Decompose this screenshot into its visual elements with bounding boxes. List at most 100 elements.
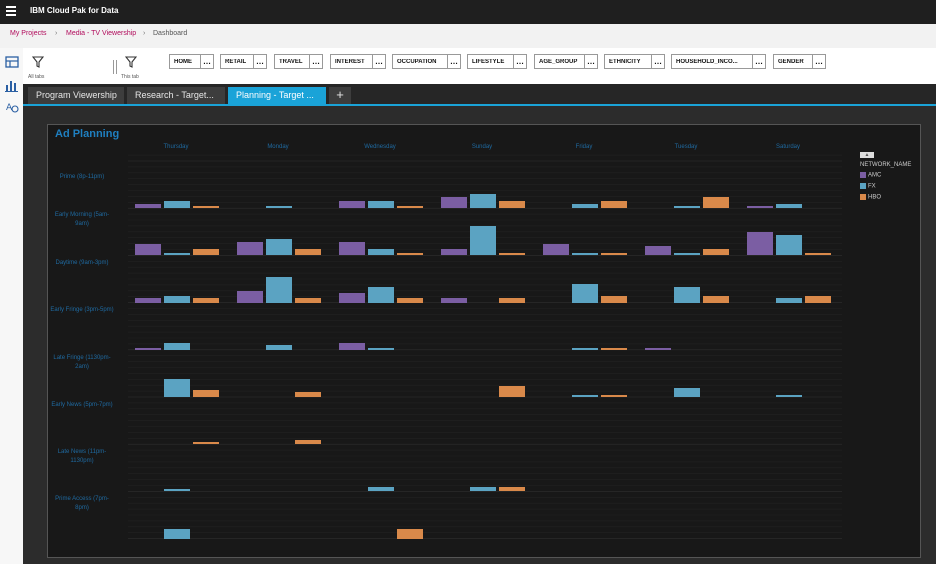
bar-fx[interactable]: [776, 298, 802, 303]
bar-hbo[interactable]: [601, 253, 627, 256]
bar-fx[interactable]: [572, 253, 598, 256]
bar-fx[interactable]: [572, 284, 598, 303]
bar-fx[interactable]: [674, 253, 700, 256]
menu-icon[interactable]: [6, 6, 16, 17]
bar-hbo[interactable]: [295, 298, 321, 303]
filter-chip-retail[interactable]: RETAIL …: [220, 54, 267, 69]
legend-item-hbo[interactable]: HBO: [860, 194, 881, 202]
bar-amc[interactable]: [747, 205, 773, 209]
bar-amc[interactable]: [135, 298, 161, 303]
bar-fx[interactable]: [266, 277, 292, 303]
bar-hbo[interactable]: [601, 347, 627, 350]
filter-chip-occupation[interactable]: OCCUPATION …: [392, 54, 461, 69]
filter-divider[interactable]: [113, 60, 117, 74]
bar-fx[interactable]: [164, 253, 190, 256]
bar-fx[interactable]: [572, 203, 598, 209]
more-options-icon[interactable]: …: [584, 55, 597, 68]
more-options-icon[interactable]: …: [309, 55, 322, 68]
tab-planning-target[interactable]: Planning - Target ...: [228, 87, 326, 104]
assets-icon[interactable]: A: [5, 100, 19, 114]
bar-fx[interactable]: [776, 203, 802, 209]
bar-amc[interactable]: [543, 243, 569, 256]
bar-fx[interactable]: [266, 205, 292, 209]
bar-amc[interactable]: [441, 298, 467, 303]
bar-fx[interactable]: [572, 347, 598, 350]
more-options-icon[interactable]: …: [447, 55, 460, 68]
data-sources-icon[interactable]: [5, 55, 19, 69]
filter-chip-travel[interactable]: TRAVEL …: [274, 54, 323, 69]
bar-fx[interactable]: [164, 378, 190, 397]
bar-fx[interactable]: [368, 201, 394, 209]
bar-hbo[interactable]: [601, 394, 627, 397]
filter-chip-ethnicity[interactable]: ETHNICITY …: [604, 54, 665, 69]
bar-fx[interactable]: [776, 394, 802, 397]
bar-fx[interactable]: [776, 234, 802, 256]
bar-fx[interactable]: [368, 286, 394, 303]
bar-amc[interactable]: [135, 203, 161, 209]
bar-hbo[interactable]: [193, 205, 219, 209]
more-options-icon[interactable]: …: [372, 55, 385, 68]
bar-fx[interactable]: [164, 529, 190, 539]
filter-chip-lifestyle[interactable]: LIFESTYLE …: [467, 54, 527, 69]
filter-chip-home[interactable]: HOME …: [169, 54, 214, 69]
tab-program-viewership[interactable]: Program Viewership: [28, 87, 124, 104]
bar-amc[interactable]: [645, 246, 671, 256]
bar-hbo[interactable]: [601, 295, 627, 303]
more-options-icon[interactable]: …: [513, 55, 526, 68]
bar-fx[interactable]: [674, 286, 700, 303]
bar-hbo[interactable]: [193, 248, 219, 256]
bar-fx[interactable]: [368, 347, 394, 350]
more-options-icon[interactable]: …: [752, 55, 765, 68]
bar-fx[interactable]: [368, 248, 394, 256]
bar-hbo[interactable]: [805, 295, 831, 303]
bar-hbo[interactable]: [805, 253, 831, 256]
bar-fx[interactable]: [266, 345, 292, 350]
bar-hbo[interactable]: [703, 295, 729, 303]
bar-amc[interactable]: [135, 243, 161, 256]
bar-fx[interactable]: [164, 295, 190, 303]
filter-chip-age-group[interactable]: AGE_GROUP …: [534, 54, 598, 69]
bar-hbo[interactable]: [499, 298, 525, 303]
more-options-icon[interactable]: …: [200, 55, 213, 68]
bar-hbo[interactable]: [193, 298, 219, 303]
bar-amc[interactable]: [645, 347, 671, 350]
bar-fx[interactable]: [470, 194, 496, 209]
bar-hbo[interactable]: [397, 298, 423, 303]
bar-amc[interactable]: [747, 232, 773, 256]
bar-amc[interactable]: [339, 201, 365, 209]
bar-hbo[interactable]: [397, 253, 423, 256]
ad-planning-widget[interactable]: Ad Planning Thursday Monday Wednesday Su…: [47, 124, 921, 558]
legend-item-amc[interactable]: AMC: [860, 172, 881, 180]
bar-amc[interactable]: [237, 241, 263, 256]
tab-research-target[interactable]: Research - Target...: [127, 87, 225, 104]
visualizations-icon[interactable]: [5, 78, 19, 92]
bar-hbo[interactable]: [703, 196, 729, 209]
bar-fx[interactable]: [164, 201, 190, 209]
more-options-icon[interactable]: …: [253, 55, 266, 68]
bar-hbo[interactable]: [397, 205, 423, 209]
bar-amc[interactable]: [441, 196, 467, 209]
filter-chip-interest[interactable]: INTEREST …: [330, 54, 386, 69]
all-tabs-filter[interactable]: All tabs: [28, 56, 60, 84]
more-options-icon[interactable]: …: [812, 55, 825, 68]
this-tab-filter[interactable]: This tab: [121, 56, 153, 84]
bar-hbo[interactable]: [295, 392, 321, 397]
filter-chip-household-income[interactable]: HOUSEHOLD_INCO... …: [671, 54, 766, 69]
bar-hbo[interactable]: [499, 201, 525, 209]
bar-amc[interactable]: [237, 291, 263, 303]
bar-fx[interactable]: [470, 225, 496, 256]
bar-amc[interactable]: [135, 347, 161, 350]
bar-amc[interactable]: [339, 241, 365, 256]
bar-fx[interactable]: [368, 486, 394, 492]
bar-fx[interactable]: [164, 489, 190, 492]
bar-amc[interactable]: [441, 248, 467, 256]
bar-fx[interactable]: [470, 486, 496, 492]
add-tab-button[interactable]: +: [329, 87, 351, 104]
bar-hbo[interactable]: [601, 201, 627, 209]
bar-hbo[interactable]: [397, 529, 423, 539]
bar-hbo[interactable]: [295, 248, 321, 256]
bar-hbo[interactable]: [295, 439, 321, 445]
breadcrumb-my-projects[interactable]: My Projects: [10, 30, 47, 37]
legend-toggle-icon[interactable]: ▲: [860, 152, 874, 158]
bar-hbo[interactable]: [499, 253, 525, 256]
